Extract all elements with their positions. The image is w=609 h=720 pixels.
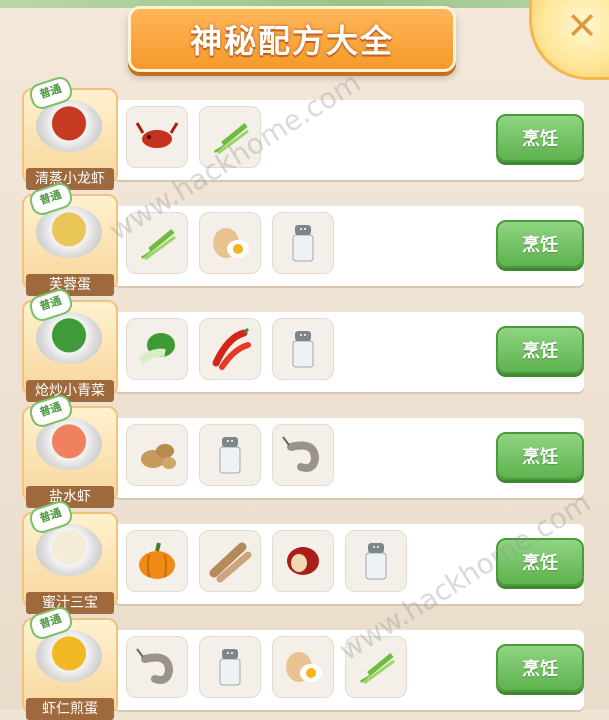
egg-icon bbox=[213, 228, 249, 258]
ingredient-slot[interactable] bbox=[126, 106, 188, 168]
ingredient-slot[interactable] bbox=[272, 636, 334, 698]
shrimp-icon bbox=[282, 436, 320, 472]
ingredient-slot[interactable] bbox=[345, 530, 407, 592]
red-date-icon bbox=[287, 547, 319, 575]
bok-choy-icon bbox=[138, 333, 175, 365]
salt-shaker-icon bbox=[292, 225, 314, 262]
title-plaque: 神秘配方大全 bbox=[128, 6, 456, 72]
page-title: 神秘配方大全 bbox=[189, 22, 394, 60]
salt-shaker-icon bbox=[292, 331, 314, 368]
recipe-panel: 神秘配方大全 ✕ 清蒸小龙虾 普通 烹饪 芙蓉蛋 普通 烹饪 炝炒小青菜 普通 … bbox=[0, 0, 609, 720]
dish-card[interactable]: 盐水虾 普通 bbox=[22, 392, 118, 508]
ingredient-slot[interactable] bbox=[199, 636, 261, 698]
cook-button[interactable]: 烹饪 bbox=[496, 326, 584, 374]
salt-shaker-icon bbox=[365, 543, 387, 580]
yam-icon bbox=[209, 542, 252, 583]
ingredient-slot[interactable] bbox=[272, 424, 334, 486]
dish-name-label: 虾仁煎蛋 bbox=[26, 698, 114, 720]
ingredient-slot[interactable] bbox=[272, 530, 334, 592]
recipe-row: 虾仁煎蛋 普通 烹饪 bbox=[0, 604, 609, 720]
crayfish-icon bbox=[135, 122, 179, 148]
cook-button[interactable]: 烹饪 bbox=[496, 432, 584, 480]
dish-card[interactable]: 炝炒小青菜 普通 bbox=[22, 286, 118, 402]
dish-name-label: 炝炒小青菜 bbox=[26, 380, 114, 402]
ingredient-slot[interactable] bbox=[199, 212, 261, 274]
ingredient-slot[interactable] bbox=[272, 212, 334, 274]
dish-name-label: 盐水虾 bbox=[26, 486, 114, 508]
dish-card[interactable]: 清蒸小龙虾 普通 bbox=[22, 74, 118, 190]
close-button[interactable]: ✕ bbox=[562, 4, 602, 48]
recipe-row: 炝炒小青菜 普通 烹饪 bbox=[0, 286, 609, 402]
ingredient-slot[interactable] bbox=[126, 530, 188, 592]
dish-name-label: 清蒸小龙虾 bbox=[26, 168, 114, 190]
ingredient-slot[interactable] bbox=[272, 318, 334, 380]
pumpkin-icon bbox=[139, 542, 175, 579]
ingredient-slot[interactable] bbox=[126, 636, 188, 698]
salt-shaker-icon bbox=[219, 649, 241, 686]
recipe-row: 盐水虾 普通 烹饪 bbox=[0, 392, 609, 508]
dish-card[interactable]: 蜜汁三宝 普通 bbox=[22, 498, 118, 614]
ingredient-slot[interactable] bbox=[199, 318, 261, 380]
ingredient-slot[interactable] bbox=[199, 530, 261, 592]
ginger-icon bbox=[141, 444, 176, 469]
dish-name-label: 芙蓉蛋 bbox=[26, 274, 114, 296]
dish-card[interactable]: 芙蓉蛋 普通 bbox=[22, 180, 118, 296]
chili-pepper-icon bbox=[212, 327, 251, 370]
ingredient-slot[interactable] bbox=[126, 424, 188, 486]
shrimp-icon bbox=[136, 648, 174, 684]
cook-button[interactable]: 烹饪 bbox=[496, 644, 584, 692]
cook-button[interactable]: 烹饪 bbox=[496, 114, 584, 162]
cook-button[interactable]: 烹饪 bbox=[496, 220, 584, 268]
ingredient-slot[interactable] bbox=[126, 318, 188, 380]
recipe-row: 芙蓉蛋 普通 烹饪 bbox=[0, 180, 609, 296]
dish-card[interactable]: 虾仁煎蛋 普通 bbox=[22, 604, 118, 720]
egg-icon bbox=[286, 652, 322, 682]
ingredient-slot[interactable] bbox=[199, 424, 261, 486]
dish-name-label: 蜜汁三宝 bbox=[26, 592, 114, 614]
salt-shaker-icon bbox=[219, 437, 241, 474]
